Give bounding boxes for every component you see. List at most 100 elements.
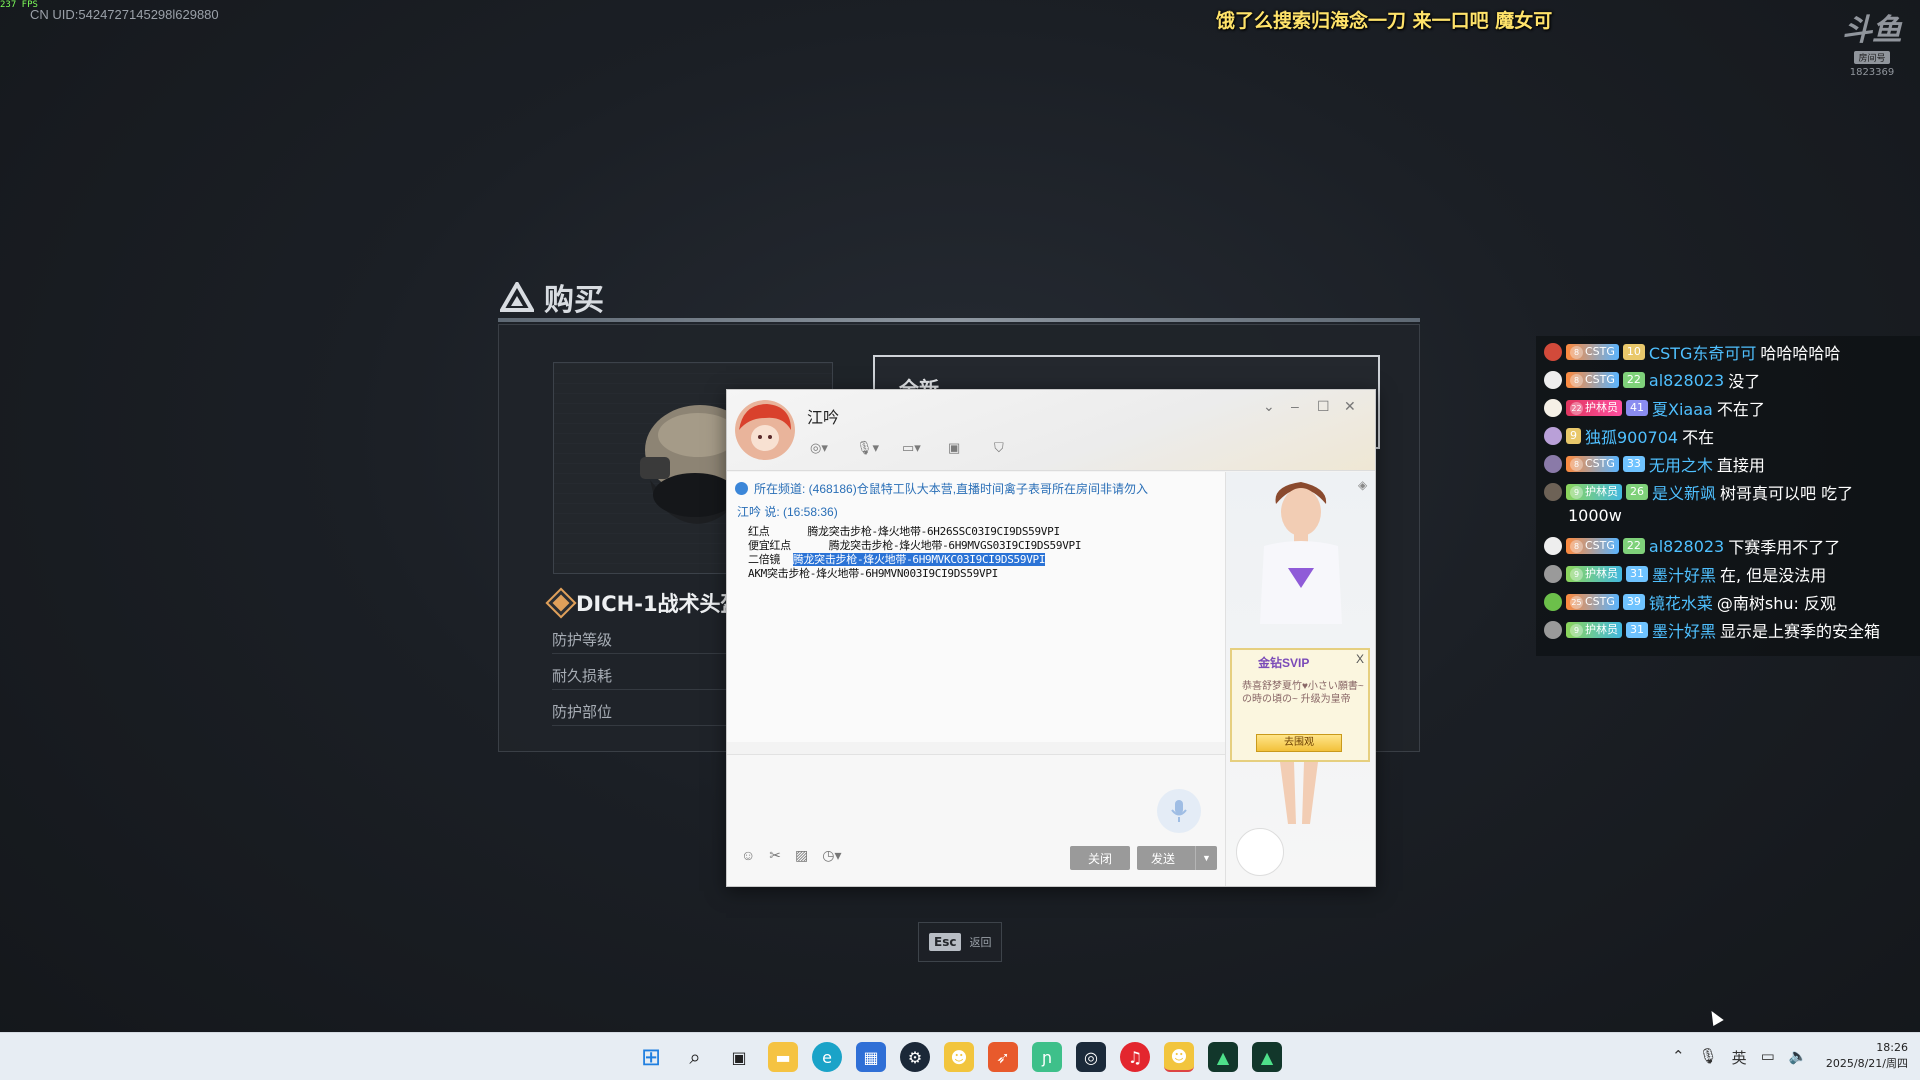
delta-force-icon[interactable]: ▲ — [1208, 1042, 1238, 1072]
danmaku-text: 1000w — [1568, 506, 1622, 525]
club-badge: 9 护林员 — [1566, 484, 1622, 500]
svip-go-button[interactable]: 去围观 — [1256, 734, 1342, 752]
store-icon[interactable]: ▦ — [856, 1042, 886, 1072]
edge-browser-icon[interactable]: e — [812, 1042, 842, 1072]
shield-icon[interactable]: ⛉ — [994, 438, 1026, 458]
danmaku-row-continued: 1000w — [1568, 506, 1622, 525]
mouse-cursor — [1706, 1007, 1724, 1027]
image-icon[interactable]: ▨ — [795, 847, 808, 864]
close-window-button[interactable]: ✕ — [1344, 398, 1356, 415]
esc-back-button[interactable]: Esc 返回 — [918, 922, 1002, 962]
danmaku-user[interactable]: 独孤900704 — [1585, 424, 1678, 448]
danmaku-user[interactable]: 是义新飒 — [1652, 480, 1716, 504]
bird-app-icon[interactable]: ➶ — [988, 1042, 1018, 1072]
contact-avatar[interactable] — [735, 400, 795, 460]
danmaku-row: 8 CSTG 22 al828023 下赛季用不了了 — [1544, 534, 1840, 558]
screen-share-icon[interactable]: ▣ — [948, 438, 980, 458]
danmaku-row: 8 CSTG 22 al828023 没了 — [1544, 368, 1760, 392]
close-chat-button[interactable]: 关闭 — [1070, 846, 1130, 870]
danmaku-row: 9 护林员 26 是义新飒 树哥真可以吧 吃了 — [1544, 480, 1853, 504]
stream-banner: 饿了么搜索归海念一刀 来一口吧 魔女可 — [1216, 10, 1553, 32]
microphone-tray-icon[interactable]: 🎙 — [1699, 1047, 1718, 1068]
danmaku-user[interactable]: 无用之木 — [1649, 452, 1713, 476]
windows-start-icon[interactable]: ⊞ — [636, 1042, 666, 1072]
network-icon[interactable]: ▭ — [1761, 1047, 1775, 1068]
fan-badge: 31 — [1626, 566, 1648, 582]
maximize-button[interactable]: ☐ — [1317, 398, 1330, 415]
mini-avatar[interactable] — [1236, 828, 1284, 876]
home-icon — [735, 482, 748, 495]
taskbar-clock[interactable]: 18:26 2025/8/21/周四 — [1820, 1040, 1908, 1072]
danmaku-row: 25 CSTG 39 镜花水菜 @南树shu: 反观 — [1544, 590, 1836, 614]
yy-voice-icon[interactable]: ☻ — [944, 1042, 974, 1072]
file-transfer-icon[interactable]: ▭▾ — [902, 438, 934, 458]
danmaku-row: 22 护林员 41 夏Xiaaa 不在了 — [1544, 396, 1765, 420]
danmaku-text: 在, 但是没法用 — [1720, 566, 1827, 585]
emoji-icon[interactable]: ☺ — [741, 847, 755, 864]
user-avatar — [1544, 565, 1562, 583]
buy-title-text: 购买 — [544, 283, 604, 318]
room-number: 1823369 — [1849, 67, 1895, 78]
steam-icon[interactable]: ⚙ — [900, 1042, 930, 1072]
speaker-icon[interactable]: 🔈 — [1789, 1047, 1808, 1068]
video-call-icon[interactable]: ◎▾ — [810, 438, 842, 458]
chevron-down-icon[interactable]: ⌄ — [1263, 398, 1275, 415]
fan-badge: 33 — [1622, 456, 1645, 472]
fan-badge: 9 — [1566, 428, 1581, 444]
douyu-logo-mark: 斗鱼 — [1842, 13, 1902, 48]
svip-close-button[interactable]: X — [1356, 652, 1364, 666]
uid-label: CN UID:5424727145298l629880 — [30, 7, 219, 22]
send-options-chevron-icon[interactable]: ▼ — [1195, 846, 1217, 870]
chat-window: 江吟 ⌄ – ☐ ✕ ◎▾ 🎙▾ ▭▾ ▣ ⛉ 所在频道: (468186)仓鼠… — [726, 389, 1376, 887]
fan-badge: 26 — [1626, 484, 1648, 500]
clock-time: 18:26 — [1876, 1041, 1908, 1054]
danmaku-text: 显示是上赛季的安全箱 — [1720, 622, 1881, 641]
input-language[interactable]: 英 — [1732, 1047, 1747, 1068]
task-view-icon[interactable]: ▣ — [724, 1042, 754, 1072]
danmaku-row: 8 CSTG 33 无用之木 直接用 — [1544, 452, 1765, 476]
chevron-up-icon[interactable]: ⌃ — [1672, 1047, 1685, 1068]
svip-message: 恭喜舒梦夏竹♥小さい願書~の時の頃の~ 升级为皇帝 — [1242, 681, 1364, 705]
danmaku-text: 没了 — [1728, 372, 1761, 391]
danmaku-user[interactable]: 夏Xiaaa — [1652, 396, 1713, 420]
danmaku-user[interactable]: 墨汁好黑 — [1652, 562, 1716, 586]
file-explorer-icon[interactable]: ▬ — [768, 1042, 798, 1072]
danmaku-user[interactable]: 墨汁好黑 — [1652, 618, 1716, 642]
danmaku-row: 8 CSTG 10 CSTG东奇可可 哈哈哈哈哈 — [1544, 340, 1840, 364]
danmaku-user[interactable]: al828023 — [1649, 537, 1724, 556]
danmaku-text: 下赛季用不了了 — [1728, 538, 1841, 557]
item-name-text: DICH-1战术头盔 — [576, 592, 742, 616]
douyu-room-logo: 斗鱼 房间号 1823369 — [1840, 13, 1904, 79]
send-button[interactable]: 发送 ▼ — [1137, 846, 1217, 870]
user-avatar — [1544, 621, 1562, 639]
netease-music-icon[interactable]: ♫ — [1120, 1042, 1150, 1072]
delta-force-2-icon[interactable]: ▲ — [1252, 1042, 1282, 1072]
history-clock-icon[interactable]: ◷▾ — [822, 847, 841, 864]
avatar-legs — [1280, 762, 1318, 824]
danmaku-user[interactable]: al828023 — [1649, 371, 1724, 390]
message-area[interactable]: 所在频道: (468186)仓鼠特工队大本营,直播时间禽子表哥所在房间非请勿入 … — [727, 472, 1225, 742]
item-name: DICH-1战术头盔 — [545, 587, 742, 619]
yy-active-icon[interactable]: ☻ — [1164, 1042, 1194, 1072]
fan-badge: 31 — [1626, 622, 1648, 638]
club-badge: 8 CSTG — [1566, 456, 1619, 472]
esc-back-label: 返回 — [969, 936, 992, 949]
club-badge: 8 CSTG — [1566, 538, 1619, 554]
channel-notice-text: 所在频道: (468186)仓鼠特工队大本营,直播时间禽子表哥所在房间非请勿入 — [754, 482, 1149, 496]
danmaku-user[interactable]: CSTG东奇可可 — [1649, 340, 1757, 364]
nb-app-icon[interactable]: ɲ — [1032, 1042, 1062, 1072]
game-launcher-icon[interactable]: ◎ — [1076, 1042, 1106, 1072]
contact-name: 江吟 — [807, 410, 840, 427]
microphone-icon[interactable]: 🎙▾ — [856, 438, 888, 458]
title-divider — [498, 318, 1420, 322]
club-badge: 8 CSTG — [1566, 372, 1619, 388]
user-avatar — [1544, 455, 1562, 473]
danmaku-user[interactable]: 镜花水菜 — [1649, 590, 1713, 614]
wardrobe-icon[interactable]: ◈ — [1358, 478, 1367, 492]
scissors-icon[interactable]: ✂ — [769, 847, 781, 864]
voice-input-icon[interactable] — [1157, 789, 1201, 833]
search-icon[interactable]: ⌕ — [680, 1042, 710, 1072]
message-input[interactable]: ☺ ✂ ▨ ◷▾ 关闭 发送 ▼ — [727, 754, 1225, 886]
message-line: AKM突击步枪-烽火地带-6H9MVN003I9CI9DS59VPI — [748, 567, 998, 580]
minimize-button[interactable]: – — [1291, 398, 1299, 414]
